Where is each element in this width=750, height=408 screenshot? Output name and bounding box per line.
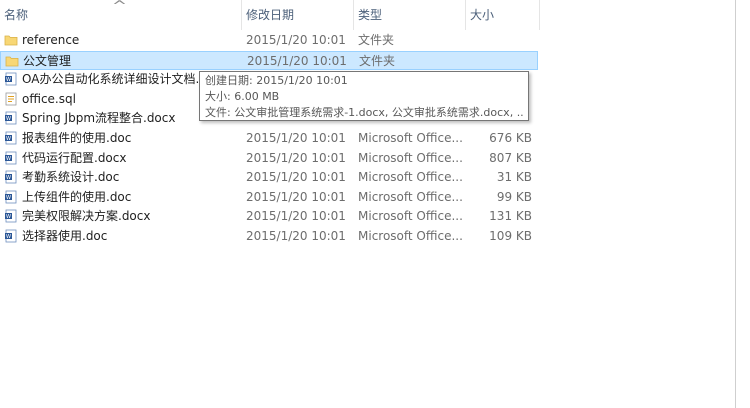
column-header-type-label: 类型: [358, 8, 383, 22]
column-header-name[interactable]: 名称 ^: [0, 0, 242, 30]
sql-file-icon: [4, 92, 18, 106]
file-row[interactable]: W 选择器使用.doc 2015/1/20 10:01 Microsoft Offic…: [0, 227, 538, 246]
file-size: [470, 31, 532, 50]
file-size: 99 KB: [496, 189, 532, 204]
file-type: 文件夹: [358, 33, 395, 47]
tooltip-created-date: 创建日期: 2015/1/20 10:01: [205, 74, 348, 87]
folder-icon: [5, 54, 19, 68]
file-type: 文件夹: [359, 53, 396, 68]
tooltip-size: 大小: 6.00 MB: [205, 90, 280, 103]
file-row[interactable]: W 完美权限解决方案.docx 2015/1/20 10:01 Microsoft O…: [0, 207, 538, 226]
file-row[interactable]: W 报表组件的使用.doc 2015/1/20 10:01 Microsoft Off…: [0, 129, 538, 148]
svg-text:W: W: [6, 77, 11, 83]
file-date: 2015/1/20 10:01: [246, 170, 346, 185]
svg-text:W: W: [6, 214, 11, 220]
svg-text:W: W: [6, 156, 11, 162]
file-name: reference: [22, 33, 80, 47]
file-size: 109 KB: [489, 229, 532, 243]
folder-info-tooltip: 创建日期: 2015/1/20 10:01 大小: 6.00 MB 文件: 公文…: [199, 71, 529, 121]
column-header-size-label: 大小: [470, 8, 495, 22]
word-doc-icon: W: [4, 72, 18, 86]
file-name: 报表组件的使用.doc: [22, 131, 132, 145]
word-doc-icon: W: [4, 229, 18, 243]
file-type: Microsoft Office...: [358, 189, 463, 204]
column-header-date-label: 修改日期: [246, 8, 295, 22]
column-header-name-label: 名称: [4, 8, 29, 22]
file-size: 31 KB: [496, 170, 532, 185]
file-size: [471, 52, 533, 71]
file-type: Microsoft Office...: [358, 150, 463, 165]
file-date: 2015/1/20 10:01: [246, 229, 346, 243]
folder-icon: [4, 33, 18, 47]
file-row[interactable]: W 代码运行配置.docx 2015/1/20 10:01 Microsoft Off…: [0, 149, 538, 168]
file-name: 代码运行配置.docx: [22, 150, 127, 165]
file-type: Microsoft Office...: [358, 131, 463, 145]
file-explorer: 名称 ^ 修改日期 类型 大小 reference 2015/1/20 10:01…: [0, 0, 750, 408]
file-name: 上传组件的使用.doc: [22, 189, 132, 204]
column-header-date[interactable]: 修改日期: [242, 0, 354, 30]
column-header-size[interactable]: 大小: [466, 0, 540, 30]
file-date: 2015/1/20 10:01: [246, 131, 346, 145]
file-name: 完美权限解决方案.docx: [22, 209, 151, 224]
word-doc-icon: W: [4, 170, 18, 184]
file-size: 131 KB: [489, 209, 532, 224]
file-name: 选择器使用.doc: [22, 229, 108, 243]
file-name: 公文管理: [23, 53, 72, 68]
svg-text:W: W: [6, 136, 11, 142]
file-row[interactable]: W 考勤系统设计.doc 2015/1/20 10:01 Microsoft Offi…: [0, 168, 538, 187]
file-date: 2015/1/20 10:01: [247, 53, 347, 68]
file-date: 2015/1/20 10:01: [246, 189, 346, 204]
file-row[interactable]: W 上传组件的使用.doc 2015/1/20 10:01 Microsoft Off…: [0, 188, 538, 207]
svg-text:W: W: [6, 175, 11, 181]
tooltip-files: 文件: 公文审批管理系统需求-1.docx, 公文审批系统需求.docx, ..…: [205, 106, 523, 119]
word-doc-icon: W: [4, 111, 18, 125]
word-doc-icon: W: [4, 209, 18, 223]
file-date: 2015/1/20 10:01: [246, 209, 346, 224]
word-doc-icon: W: [4, 190, 18, 204]
column-header-row: 名称 ^ 修改日期 类型 大小: [0, 0, 540, 30]
file-row[interactable]: 公文管理 2015/1/20 10:01 文件夹: [0, 50, 538, 71]
file-size: 676 KB: [489, 131, 532, 145]
word-doc-icon: W: [4, 131, 18, 145]
file-row[interactable]: reference 2015/1/20 10:01 文件夹: [0, 31, 538, 50]
file-type: Microsoft Office...: [358, 229, 463, 243]
word-doc-icon: W: [4, 151, 18, 165]
column-header-type[interactable]: 类型: [354, 0, 466, 30]
file-type: Microsoft Office...: [358, 209, 463, 224]
window-edge: [735, 0, 750, 408]
svg-text:W: W: [6, 234, 11, 240]
file-type: Microsoft Office...: [358, 170, 463, 185]
svg-text:W: W: [6, 116, 11, 122]
file-name: 考勤系统设计.doc: [22, 170, 120, 185]
file-date: 2015/1/20 10:01: [246, 33, 346, 47]
file-size: 807 KB: [489, 150, 532, 165]
file-date: 2015/1/20 10:01: [246, 150, 346, 165]
sort-up-icon: ^: [111, 0, 128, 14]
svg-text:W: W: [6, 195, 11, 201]
